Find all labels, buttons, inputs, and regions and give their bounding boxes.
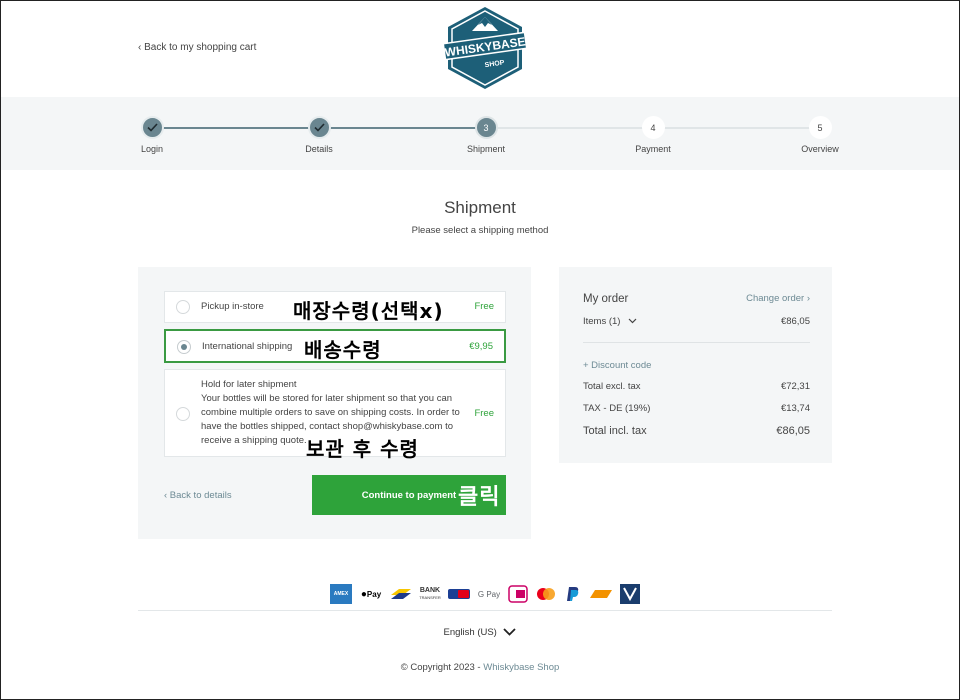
google-pay-label: G Pay xyxy=(477,589,501,599)
total-excl-value: €72,31 xyxy=(780,381,810,392)
copyright-text: © Copyright 2023 - xyxy=(400,662,484,673)
tax-value: €13,74 xyxy=(780,403,810,414)
language-label: English (US) xyxy=(443,627,497,638)
step-label: Shipment xyxy=(466,144,506,154)
google-pay-icon: G Pay xyxy=(477,584,501,604)
checkout-steps: Login Details 3 Shipment 4 Payment 5 Ove… xyxy=(1,97,959,170)
back-to-cart-link[interactable]: ‹ Back to my shopping cart xyxy=(138,42,256,53)
bank-transfer-icon: BANK TRANSFER xyxy=(419,584,441,604)
chevron-down-icon xyxy=(628,318,637,324)
brand-link[interactable]: Whiskybase Shop xyxy=(483,662,559,673)
page-subtitle: Please select a shipping method xyxy=(411,225,549,236)
annotation-pickup: 매장수령(선택x) xyxy=(293,299,444,323)
option-name: Hold for later shipment xyxy=(201,379,297,390)
items-label: Items (1) xyxy=(583,316,621,327)
annotation-hold: 보관 후 수령 xyxy=(306,437,419,461)
amex-icon: AMEX xyxy=(330,584,352,604)
sofort-icon xyxy=(589,584,613,604)
change-order-link[interactable]: Change order › xyxy=(746,293,810,305)
step-number: 3 xyxy=(474,116,498,139)
footer-divider xyxy=(138,610,832,611)
bancontact-icon xyxy=(390,584,412,604)
chevron-down-icon xyxy=(503,628,517,637)
step-number: 5 xyxy=(808,116,832,139)
step-details[interactable]: Details xyxy=(279,116,359,154)
copyright: © Copyright 2023 - Whiskybase Shop xyxy=(0,662,960,673)
radio-international[interactable] xyxy=(177,340,191,354)
annotation-shipping: 배송수령 xyxy=(304,338,382,362)
option-price: Free xyxy=(474,408,494,419)
radio-pickup[interactable] xyxy=(176,300,190,314)
order-summary: My order Change order › Items (1) €86,05… xyxy=(559,267,832,463)
items-value: €86,05 xyxy=(780,316,810,327)
total-excl-label: Total excl. tax xyxy=(583,381,641,392)
check-icon xyxy=(307,116,331,139)
shipping-method-panel: Pickup in-store Free International shipp… xyxy=(138,267,531,539)
tax-label: TAX - DE (19%) xyxy=(583,403,651,414)
bank-sublabel: TRANSFER xyxy=(419,595,441,600)
page-title: Shipment xyxy=(444,198,516,217)
step-payment: 4 Payment xyxy=(613,116,693,154)
order-heading: My order xyxy=(583,293,629,305)
header: ‹ Back to my shopping cart WHISKYBASE SH… xyxy=(0,0,960,97)
option-price: Free xyxy=(474,301,494,312)
option-name: Pickup in-store xyxy=(201,301,264,312)
total-incl-value: €86,05 xyxy=(776,425,810,437)
items-toggle[interactable]: Items (1) xyxy=(583,316,637,327)
divider xyxy=(583,342,810,343)
total-incl-label: Total incl. tax xyxy=(583,425,647,437)
back-to-details-link[interactable]: ‹ Back to details xyxy=(164,490,232,501)
step-label: Login xyxy=(140,144,164,154)
whiskybase-logo[interactable]: WHISKYBASE SHOP xyxy=(442,5,528,91)
step-label: Details xyxy=(305,144,333,154)
step-login[interactable]: Login xyxy=(112,116,192,154)
apple-pay-label: Pay xyxy=(366,589,382,599)
language-selector[interactable]: English (US) xyxy=(0,627,960,638)
option-price: €9,95 xyxy=(469,341,493,352)
ideal-icon xyxy=(508,584,528,604)
radio-hold[interactable] xyxy=(176,407,190,421)
bank-label: BANK xyxy=(419,587,441,594)
step-label: Overview xyxy=(801,144,839,154)
payment-methods: AMEX ● Pay BANK TRANSFER G Pay xyxy=(330,584,640,604)
step-label: Payment xyxy=(635,144,671,154)
continue-label: Continue to payment xyxy=(361,489,457,501)
discount-code-link[interactable]: + Discount code xyxy=(583,360,651,371)
step-number: 4 xyxy=(641,116,665,139)
annotation-click: 클릭 xyxy=(458,485,501,510)
step-shipment: 3 Shipment xyxy=(446,116,526,154)
giropay-icon xyxy=(448,584,470,604)
apple-pay-icon: ● Pay xyxy=(360,588,382,600)
mastercard-icon xyxy=(535,584,557,604)
check-icon xyxy=(140,116,164,139)
paypal-icon xyxy=(564,584,582,604)
option-name: International shipping xyxy=(202,341,293,352)
step-overview: 5 Overview xyxy=(780,116,860,154)
visa-icon xyxy=(620,584,640,604)
